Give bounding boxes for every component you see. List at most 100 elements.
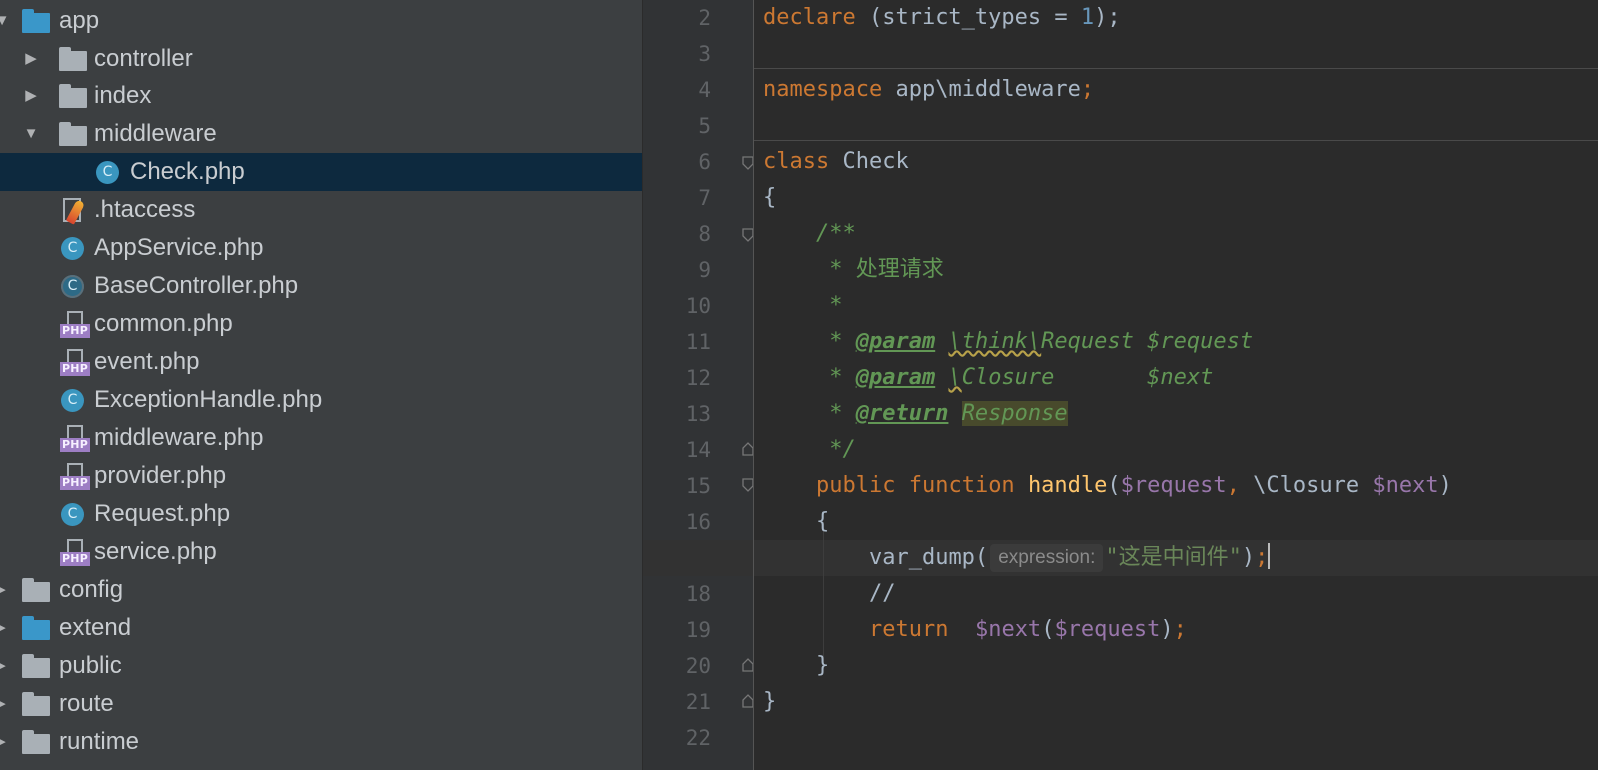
- line-number: 4: [698, 78, 711, 102]
- line-number: 5: [698, 114, 711, 138]
- tree-item-label: index: [94, 82, 152, 109]
- tree-item-config[interactable]: ▶ config: [0, 571, 642, 609]
- code-line-2[interactable]: declare (strict_types = 1);: [763, 0, 1121, 36]
- folder-icon: [22, 616, 50, 640]
- folder-icon: [22, 692, 50, 716]
- chevron-down-icon[interactable]: ▼: [23, 115, 39, 153]
- tree-item-label: app: [59, 7, 100, 34]
- tree-item-htaccess[interactable]: .htaccess: [0, 191, 642, 229]
- line-number: 15: [685, 474, 711, 498]
- line-number: 11: [685, 330, 711, 354]
- tree-item-basecontroller-php[interactable]: C BaseController.php: [0, 267, 642, 305]
- chevron-right-icon[interactable]: ▶: [0, 723, 8, 761]
- editor-gutter[interactable]: 2 3 4 5 6 7 8 9 10 11 12 13 14 15 16 17 …: [643, 0, 754, 770]
- tree-item-label: Check.php: [130, 158, 245, 185]
- text-caret: [1268, 543, 1271, 569]
- php-class-icon: C: [61, 237, 84, 260]
- code-line-14[interactable]: */: [763, 432, 856, 468]
- code-line-19[interactable]: return $next($request);: [763, 612, 1187, 648]
- folder-icon: [59, 84, 87, 108]
- tree-item-label: ExceptionHandle.php: [94, 386, 323, 413]
- code-line-21[interactable]: }: [763, 684, 776, 720]
- code-editor[interactable]: declare (strict_types = 1); namespace ap…: [643, 0, 1598, 770]
- folder-icon: [59, 47, 87, 71]
- method-separator: [753, 68, 1598, 69]
- code-line-9[interactable]: * 处理请求: [763, 252, 944, 288]
- tree-item-controller[interactable]: ▶ controller: [0, 40, 642, 78]
- htaccess-file-icon: [61, 197, 89, 225]
- line-number: 13: [685, 402, 711, 426]
- tree-item-middleware-folder[interactable]: ▼ middleware: [0, 115, 642, 153]
- php-class-icon: C: [61, 389, 84, 412]
- code-line-6[interactable]: class Check: [763, 144, 909, 180]
- code-line-17[interactable]: var_dump(expression: "这是中间件");: [763, 540, 1271, 576]
- php-file-icon: PHP: [60, 311, 90, 339]
- tree-item-extend[interactable]: ▶ extend: [0, 609, 642, 647]
- chevron-right-icon[interactable]: ▶: [0, 609, 8, 647]
- php-file-icon: PHP: [60, 539, 90, 567]
- line-number: 8: [698, 222, 711, 246]
- php-class-icon: C: [96, 161, 119, 184]
- tree-item-provider-php[interactable]: PHP provider.php: [0, 457, 642, 495]
- line-number: 10: [685, 294, 711, 318]
- tree-item-label: Request.php: [94, 500, 231, 527]
- chevron-right-icon[interactable]: ▶: [0, 685, 8, 723]
- code-line-10[interactable]: *: [763, 288, 842, 324]
- code-line-18[interactable]: //: [763, 576, 896, 612]
- folder-icon: [22, 578, 50, 602]
- project-tree[interactable]: ▼ app ▶ controller ▶ index ▼ middleware …: [0, 0, 642, 770]
- code-line-20[interactable]: }: [763, 648, 829, 684]
- code-line-15[interactable]: public function handle($request, \Closur…: [763, 468, 1452, 504]
- code-line-16[interactable]: {: [763, 504, 829, 540]
- tree-item-label: .htaccess: [94, 196, 196, 223]
- line-number: 3: [698, 42, 711, 66]
- tree-item-check-php[interactable]: C Check.php: [0, 153, 642, 191]
- line-number: 9: [698, 258, 711, 282]
- code-line-13[interactable]: * @return Response: [763, 396, 1068, 432]
- tree-item-label: public: [59, 652, 122, 679]
- tree-item-event-php[interactable]: PHP event.php: [0, 343, 642, 381]
- php-class-icon: C: [61, 503, 84, 526]
- tree-item-label: middleware: [94, 120, 217, 147]
- line-number: 19: [685, 618, 711, 642]
- tree-item-label: controller: [94, 45, 193, 72]
- code-line-12[interactable]: * @param \Closure $next: [763, 360, 1213, 396]
- tree-item-label: AppService.php: [94, 234, 264, 261]
- chevron-right-icon[interactable]: ▶: [23, 40, 39, 78]
- tree-item-label: common.php: [94, 310, 233, 337]
- line-number: 18: [685, 582, 711, 606]
- line-number: 16: [685, 510, 711, 534]
- tree-item-index[interactable]: ▶ index: [0, 77, 642, 115]
- tree-item-middleware-php[interactable]: PHP middleware.php: [0, 419, 642, 457]
- tree-item-exceptionhandle-php[interactable]: C ExceptionHandle.php: [0, 381, 642, 419]
- tree-item-route[interactable]: ▶ route: [0, 685, 642, 723]
- php-file-icon: PHP: [60, 463, 90, 491]
- folder-icon: [59, 122, 87, 146]
- tree-item-request-php[interactable]: C Request.php: [0, 495, 642, 533]
- method-separator: [753, 140, 1598, 141]
- tree-item-service-php[interactable]: PHP service.php: [0, 533, 642, 571]
- code-line-7[interactable]: {: [763, 180, 776, 216]
- tree-item-label: middleware.php: [94, 424, 264, 451]
- chevron-right-icon[interactable]: ▶: [0, 647, 8, 685]
- folder-icon: [22, 9, 50, 33]
- tree-item-common-php[interactable]: PHP common.php: [0, 305, 642, 343]
- chevron-right-icon[interactable]: ▶: [23, 77, 39, 115]
- line-number: 20: [685, 654, 711, 678]
- line-number: 2: [698, 6, 711, 30]
- tree-item-label: config: [59, 576, 124, 603]
- code-line-4[interactable]: namespace app\middleware;: [763, 72, 1094, 108]
- code-line-8[interactable]: /**: [763, 216, 856, 252]
- line-number: 7: [698, 186, 711, 210]
- tree-item-runtime[interactable]: ▶ runtime: [0, 723, 642, 761]
- folder-icon: [22, 730, 50, 754]
- code-line-11[interactable]: * @param \think\Request $request: [763, 324, 1253, 360]
- folder-icon: [22, 654, 50, 678]
- line-number: 6: [698, 150, 711, 174]
- chevron-right-icon[interactable]: ▶: [0, 571, 8, 609]
- chevron-down-icon[interactable]: ▼: [0, 2, 10, 40]
- tree-item-appservice-php[interactable]: C AppService.php: [0, 229, 642, 267]
- tree-item-public[interactable]: ▶ public: [0, 647, 642, 685]
- tree-item-app[interactable]: ▼ app: [0, 2, 642, 40]
- tree-item-label: BaseController.php: [94, 272, 299, 299]
